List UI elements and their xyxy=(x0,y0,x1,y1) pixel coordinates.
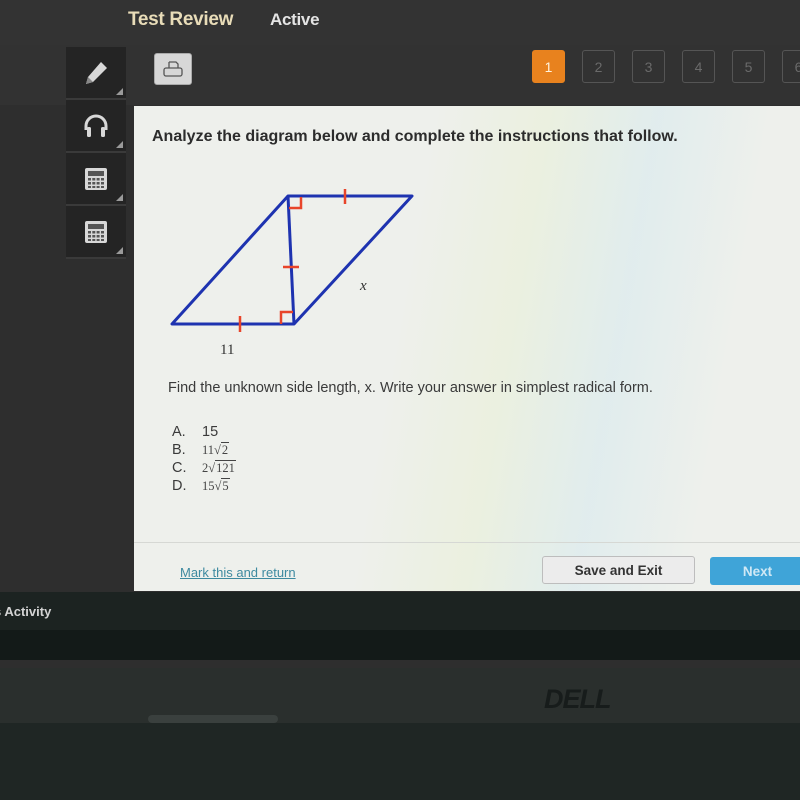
print-icon xyxy=(163,61,183,77)
print-button[interactable] xyxy=(154,53,192,85)
parallelogram-diagram: 11 x xyxy=(170,189,414,358)
pencil-tool-button[interactable] xyxy=(66,47,126,100)
activity-label[interactable]: s Activity xyxy=(0,604,51,619)
question-3-button[interactable]: 3 xyxy=(632,50,665,83)
choice-letter: D. xyxy=(172,478,187,494)
choice-c[interactable]: C. 2√121 xyxy=(172,460,236,478)
footer-divider xyxy=(134,542,800,543)
calculator-tool-button[interactable] xyxy=(66,153,126,206)
question-4-button[interactable]: 4 xyxy=(682,50,715,83)
choice-letter: C. xyxy=(172,460,187,476)
choice-math: 11√2 xyxy=(202,442,230,458)
tool-sidebar xyxy=(66,47,126,259)
choice-text: 15 xyxy=(202,424,219,440)
radicand: 5 xyxy=(221,478,230,493)
choice-d[interactable]: D. 15√5 xyxy=(172,478,236,496)
question-instruction: Analyze the diagram below and complete t… xyxy=(152,128,678,145)
choice-letter: B. xyxy=(172,442,186,458)
expand-corner-icon xyxy=(116,88,123,95)
height-segment xyxy=(286,195,296,325)
radicand: 2 xyxy=(220,442,230,457)
screen: Test Review Active 1 2 3 4 5 6 Analyze t… xyxy=(0,0,800,800)
headphones-icon xyxy=(84,114,108,137)
app-title: Test Review xyxy=(128,9,234,30)
calculator-2-tool-button[interactable] xyxy=(66,206,126,259)
question-prompt: Find the unknown side length, x. Write y… xyxy=(168,380,653,396)
choice-letter: A. xyxy=(172,424,186,440)
taskbar xyxy=(0,592,800,630)
question-5-button[interactable]: 5 xyxy=(732,50,765,83)
answer-choices: A. 15 B. 11√2 C. 2√121 D. 15√5 xyxy=(172,424,236,496)
top-bar: Test Review Active xyxy=(0,0,800,45)
calculator-icon xyxy=(85,167,107,190)
choice-math: 2√121 xyxy=(202,460,236,476)
radical-sign: √ xyxy=(214,443,221,457)
brand-logo: DELL xyxy=(544,684,611,714)
question-2-button[interactable]: 2 xyxy=(582,50,615,83)
monitor-bezel xyxy=(0,630,800,660)
mark-and-return-link[interactable]: Mark this and return xyxy=(180,565,296,580)
question-6-button[interactable]: 6 xyxy=(782,50,800,83)
radicand: 121 xyxy=(215,460,236,475)
choice-b[interactable]: B. 11√2 xyxy=(172,442,236,460)
expand-corner-icon xyxy=(116,247,123,254)
coefficient: 11 xyxy=(202,443,215,457)
audio-tool-button[interactable] xyxy=(66,100,126,153)
monitor-slot xyxy=(148,715,278,723)
expand-corner-icon xyxy=(116,194,123,201)
choice-a[interactable]: A. 15 xyxy=(172,424,236,442)
expand-corner-icon xyxy=(116,141,123,148)
base-label: 11 xyxy=(220,342,234,358)
save-and-exit-button[interactable]: Save and Exit xyxy=(542,556,695,584)
question-1-button[interactable]: 1 xyxy=(532,50,565,83)
choice-math: 15√5 xyxy=(202,478,230,494)
monitor-bezel-lower xyxy=(0,668,800,723)
question-panel: Analyze the diagram below and complete t… xyxy=(134,106,800,591)
next-button[interactable]: Next xyxy=(710,557,800,585)
status-label: Active xyxy=(270,10,320,29)
pencil-icon xyxy=(86,61,107,84)
question-navigation: 1 2 3 4 5 6 xyxy=(532,50,800,83)
desk-area xyxy=(0,723,800,800)
calculator-icon xyxy=(85,220,107,243)
side-label-x: x xyxy=(359,278,367,294)
coefficient: 15 xyxy=(202,479,215,493)
